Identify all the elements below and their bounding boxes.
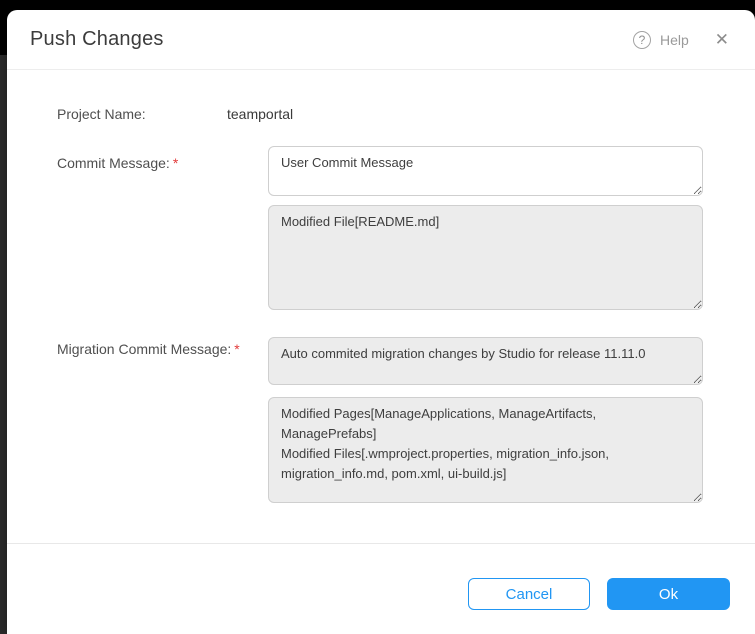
footer-divider — [7, 543, 755, 544]
dialog-header: Push Changes ? Help ✕ — [7, 10, 755, 70]
help-link[interactable]: ? Help — [633, 31, 689, 49]
migration-commit-message-label: Migration Commit Message:* — [57, 341, 240, 357]
migration-commit-message-textarea[interactable]: Auto commited migration changes by Studi… — [268, 337, 703, 385]
help-label[interactable]: Help — [660, 32, 689, 48]
close-icon[interactable]: ✕ — [715, 31, 729, 48]
header-actions: ? Help ✕ — [633, 31, 729, 49]
push-changes-dialog: Push Changes ? Help ✕ Project Name: team… — [7, 10, 755, 634]
ok-button[interactable]: Ok — [607, 578, 730, 610]
commit-changes-summary-textarea[interactable]: Modified File[README.md] — [268, 205, 703, 310]
page-title: Push Changes — [30, 28, 164, 51]
project-name-label: Project Name: — [57, 106, 146, 122]
project-name-value: teamportal — [227, 106, 293, 122]
help-icon[interactable]: ? — [633, 31, 651, 49]
commit-message-textarea[interactable]: User Commit Message — [268, 146, 703, 196]
required-asterisk: * — [173, 155, 178, 171]
migration-changes-summary-textarea[interactable]: Modified Pages[ManageApplications, Manag… — [268, 397, 703, 503]
cancel-button[interactable]: Cancel — [468, 578, 590, 610]
commit-message-label: Commit Message:* — [57, 155, 178, 171]
required-asterisk: * — [234, 341, 239, 357]
